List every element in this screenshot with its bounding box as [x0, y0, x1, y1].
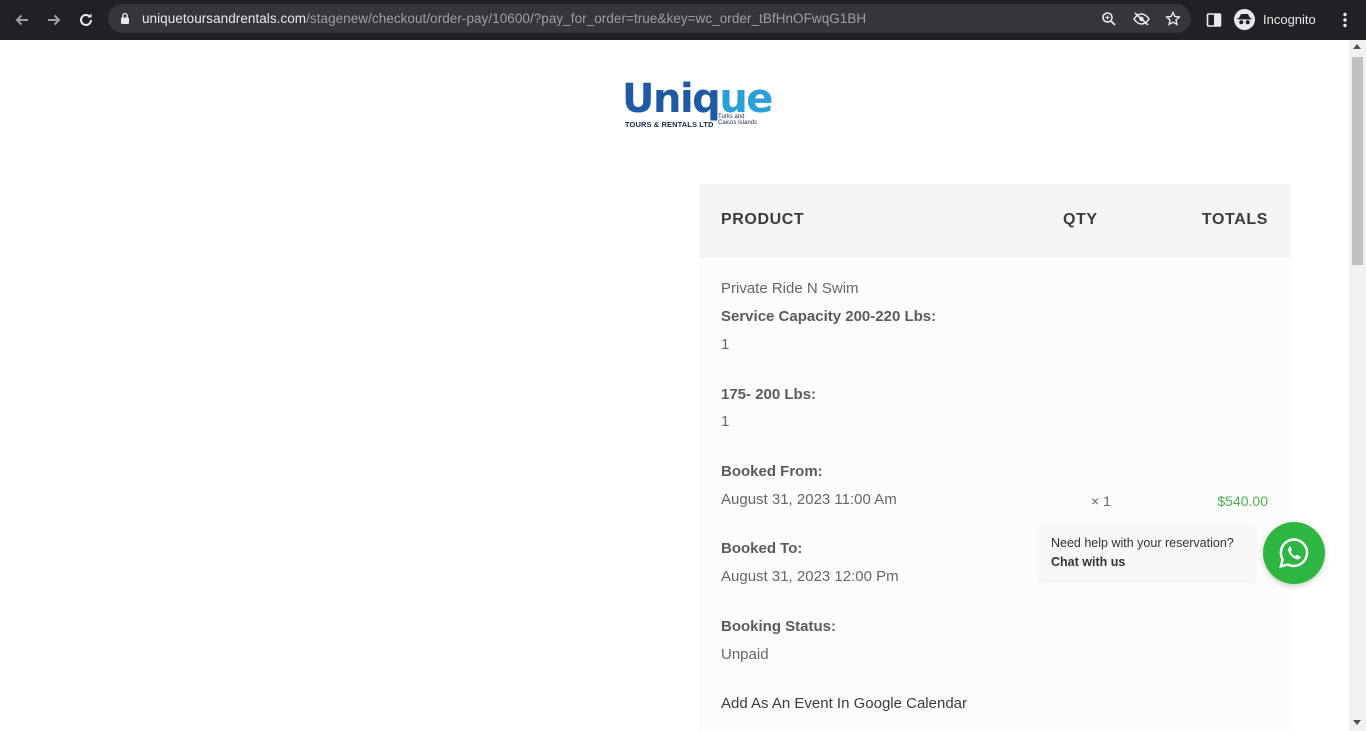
back-icon[interactable]	[10, 8, 34, 32]
product-name: Private Ride N Swim	[721, 280, 859, 297]
page-scrollbar[interactable]	[1349, 40, 1366, 731]
incognito-label: Incognito	[1263, 11, 1316, 27]
chat-prompt: Need help with your reservation?	[1051, 536, 1234, 550]
service-capacity-value: 1	[721, 336, 730, 353]
whatsapp-chat-button[interactable]	[1263, 522, 1325, 584]
booked-from-value: August 31, 2023 11:00 Am	[721, 491, 897, 508]
order-details-table: PRODUCT QTY TOTALS Private Ride N Swim S…	[699, 184, 1291, 731]
browser-toolbar: uniquetoursandrentals.com/stagenew/check…	[0, 0, 1366, 40]
address-bar[interactable]: uniquetoursandrentals.com/stagenew/check…	[108, 4, 1191, 33]
forward-icon[interactable]	[42, 8, 66, 32]
line-qty: × 1	[1091, 493, 1111, 509]
sidepanel-icon[interactable]	[1203, 9, 1225, 31]
profile-incognito[interactable]: Incognito	[1234, 6, 1316, 32]
booked-to-label: Booked To:	[721, 540, 803, 557]
booking-status-value: Unpaid	[721, 646, 769, 663]
star-icon[interactable]	[1164, 10, 1182, 28]
unique-tours-logo[interactable]: Unique TOURS & RENTALS LTD Turks and Caic…	[622, 76, 773, 132]
scroll-up-icon[interactable]	[1353, 44, 1361, 49]
scrollbar-thumb[interactable]	[1352, 57, 1363, 265]
google-calendar-link[interactable]: Add As An Event In Google Calendar	[721, 695, 967, 712]
reload-icon[interactable]	[74, 8, 98, 32]
eye-off-icon[interactable]	[1132, 10, 1150, 28]
page-content: Unique TOURS & RENTALS LTD Turks and Caic…	[0, 40, 1349, 731]
chat-help-bubble[interactable]: Need help with your reservation? Chat wi…	[1039, 525, 1255, 581]
lock-icon[interactable]	[120, 12, 130, 30]
whatsapp-icon	[1279, 538, 1309, 569]
line-total: $540.00	[1217, 493, 1268, 509]
logo-location: Turks and Caicos Islands	[718, 114, 757, 126]
url-host: uniquetoursandrentals.com	[142, 11, 307, 26]
chat-cta[interactable]: Chat with us	[1051, 555, 1125, 569]
booked-to-value: August 31, 2023 12:00 Pm	[721, 568, 899, 585]
table-header: PRODUCT QTY TOTALS	[699, 184, 1291, 258]
service-capacity-label: Service Capacity 200-220 Lbs:	[721, 308, 937, 325]
header-product: PRODUCT	[721, 211, 805, 228]
zoom-icon[interactable]	[1100, 10, 1118, 28]
logo-location-line2: Caicos Islands	[718, 120, 758, 126]
kebab-menu-icon[interactable]	[1334, 9, 1356, 31]
weight-label: 175- 200 Lbs:	[721, 386, 817, 403]
weight-value: 1	[721, 413, 730, 430]
logo-word-main: Uniq	[622, 76, 721, 122]
booking-status-label: Booking Status:	[721, 618, 836, 635]
url-path: /stagenew/checkout/order-pay/10600/?pay_…	[306, 11, 867, 26]
url-text[interactable]: uniquetoursandrentals.com/stagenew/check…	[142, 11, 866, 26]
header-qty: QTY	[1063, 211, 1098, 228]
scroll-down-icon[interactable]	[1353, 720, 1361, 725]
logo-tagline: TOURS & RENTALS LTD	[625, 120, 714, 129]
incognito-icon	[1234, 8, 1255, 30]
booked-from-label: Booked From:	[721, 463, 823, 480]
header-totals: TOTALS	[1201, 211, 1268, 228]
